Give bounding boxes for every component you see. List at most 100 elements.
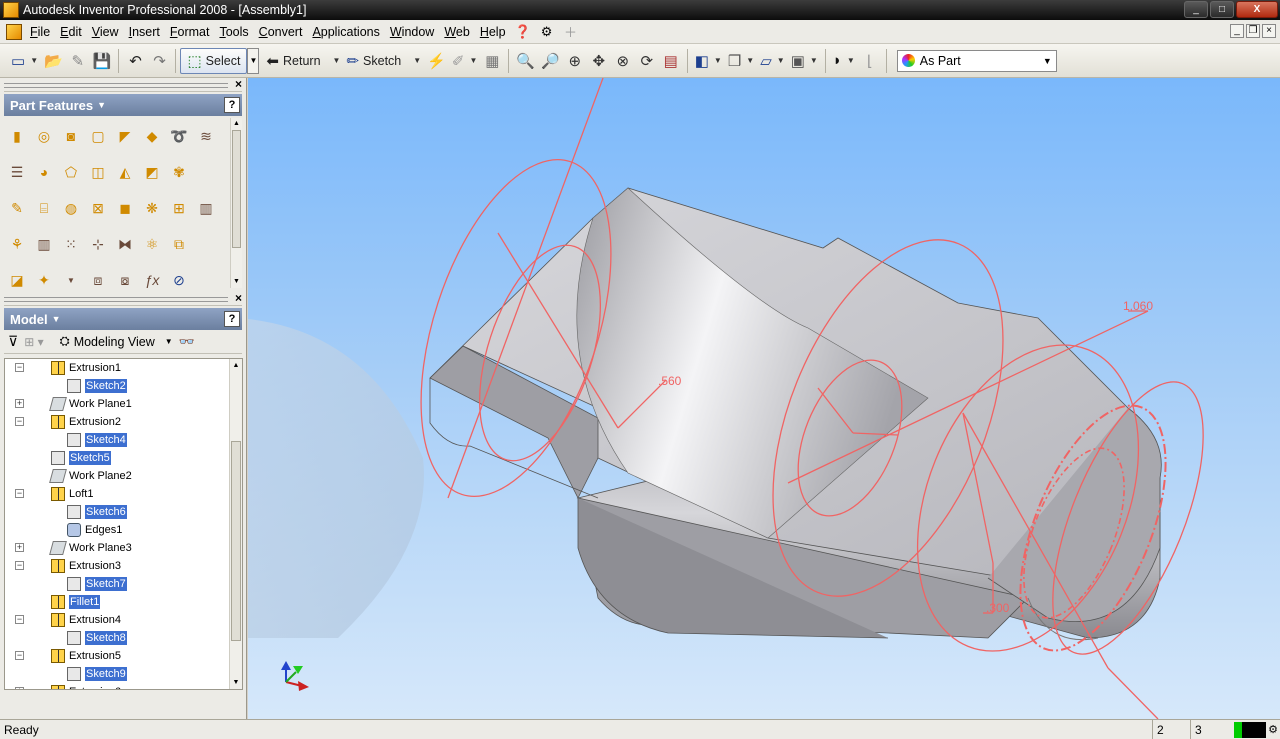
combine-icon[interactable]: ◍	[60, 197, 82, 219]
tree-item-work-plane1[interactable]: + Work Plane1	[5, 395, 242, 413]
tree-item-sketch7[interactable]: Sketch7	[5, 575, 242, 593]
select-button[interactable]: ⬚ Select	[180, 47, 248, 74]
add-icon[interactable]: ＋	[562, 23, 580, 41]
extrude-icon[interactable]: ▮	[6, 125, 28, 147]
replace-face-icon[interactable]: ❋	[141, 197, 163, 219]
doc-close-button[interactable]: ×	[1262, 24, 1276, 38]
work-point-icon[interactable]: ✦	[33, 269, 55, 291]
collapse-icon[interactable]: −	[15, 561, 24, 570]
menu-insert[interactable]: Insert	[124, 20, 165, 44]
rectangular-pattern-icon[interactable]: ▥	[33, 233, 55, 255]
save-button[interactable]: 💾	[90, 48, 115, 74]
scroll-down-icon[interactable]: ▼	[231, 276, 242, 288]
inventor-app-icon[interactable]	[3, 2, 19, 18]
expand-icon[interactable]: +	[15, 687, 24, 689]
tree-item-work-plane2[interactable]: Work Plane2	[5, 467, 242, 485]
close-model-panel-icon[interactable]: ×	[235, 291, 242, 305]
move-face-icon[interactable]: ◩	[141, 161, 163, 183]
zoom-all-button[interactable]: 🔍	[513, 48, 538, 74]
parameters-fx-icon[interactable]: ƒx	[141, 269, 163, 291]
no-icon[interactable]: ⊘	[168, 269, 190, 291]
pan-button[interactable]: ✥	[587, 48, 611, 74]
tree-item-extrusion4[interactable]: − Extrusion4	[5, 611, 242, 629]
sketch-pattern-icon[interactable]: ⊹	[87, 233, 109, 255]
panel-grip[interactable]: ×	[4, 77, 242, 92]
thread-icon[interactable]: ☰	[6, 161, 28, 183]
rib-icon[interactable]: ◤	[114, 125, 136, 147]
sweep-icon[interactable]: ➰	[168, 125, 190, 147]
dimension-300[interactable]: .300	[986, 601, 1010, 615]
open-button[interactable]: 📂	[41, 48, 66, 74]
menu-applications[interactable]: Applications	[307, 20, 384, 44]
collapse-icon[interactable]: −	[15, 615, 24, 624]
part-body[interactable]	[429, 187, 1162, 641]
collapse-icon[interactable]: −	[15, 417, 24, 426]
copy-object-icon[interactable]: ⊞	[168, 197, 190, 219]
tree-item-extrusion5[interactable]: − Extrusion5	[5, 647, 242, 665]
web-update-icon[interactable]: ⚙	[538, 23, 556, 41]
tree-item-sketch9[interactable]: Sketch9	[5, 665, 242, 683]
tree-item-sketch8[interactable]: Sketch8	[5, 629, 242, 647]
tree-item-sketch4[interactable]: Sketch4	[5, 431, 242, 449]
tree-scroll-thumb[interactable]	[231, 441, 241, 641]
menu-help[interactable]: Help	[475, 20, 511, 44]
decal-icon[interactable]: ✎	[6, 197, 28, 219]
coil-icon[interactable]: ≋	[195, 125, 217, 147]
derived-component-icon[interactable]: ⌸	[33, 197, 55, 219]
tree-item-sketch5[interactable]: Sketch5	[5, 449, 242, 467]
part-features-header[interactable]: Part Features ▼ ?	[4, 94, 242, 116]
shell-icon[interactable]: ▢	[87, 125, 109, 147]
tree-scrollbar[interactable]: ▲ ▼	[229, 359, 242, 689]
maximize-button[interactable]: □	[1210, 1, 1234, 18]
work-feature-icon[interactable]: ⧉	[168, 233, 190, 255]
work-feature-dropdown-icon[interactable]: ▼	[60, 269, 82, 291]
expand-icon[interactable]: +	[15, 543, 24, 552]
tree-item-sketch2[interactable]: Sketch2	[5, 377, 242, 395]
expand-icon[interactable]: +	[15, 399, 24, 408]
update-button[interactable]: ⚡	[424, 48, 449, 74]
model-help-icon[interactable]: ?	[224, 311, 240, 327]
view-mode-select[interactable]: ⛭ Modeling View ▼	[60, 334, 173, 349]
camera-button[interactable]: ▣ ▼	[788, 48, 821, 74]
new-button[interactable]: ▭ ▼	[8, 48, 41, 74]
fillet-icon[interactable]: ◕	[33, 161, 55, 183]
tree-item-work-plane3[interactable]: + Work Plane3	[5, 539, 242, 557]
tree-options-icon[interactable]: ⊞ ▾	[24, 335, 43, 349]
model-header[interactable]: Model ▼ ?	[4, 308, 242, 330]
help-icon[interactable]: ?	[224, 97, 240, 113]
menu-format[interactable]: Format	[165, 20, 215, 44]
delete-face-icon[interactable]: ⊠	[87, 197, 109, 219]
projects-button[interactable]: ✎	[66, 48, 90, 74]
analysis-button[interactable]: ◗ ▼	[830, 48, 858, 74]
mirror-icon[interactable]: ⧓	[114, 233, 136, 255]
features-scrollbar[interactable]: ▲ ▼	[230, 118, 242, 288]
parameters-button[interactable]: ▦	[480, 48, 504, 74]
tree-scroll-down-icon[interactable]: ▼	[230, 676, 242, 689]
split-icon[interactable]: ◭	[114, 161, 136, 183]
menu-file[interactable]: File	[25, 20, 55, 44]
document-icon[interactable]	[6, 23, 22, 40]
close-panel-icon[interactable]: ×	[235, 77, 242, 91]
look-at-button[interactable]: ▤	[659, 48, 683, 74]
edit-sketch-button[interactable]: ✐ ▼	[449, 48, 481, 74]
collapse-icon[interactable]: −	[15, 489, 24, 498]
menu-tools[interactable]: Tools	[214, 20, 253, 44]
minimize-button[interactable]: _	[1184, 1, 1208, 18]
undo-button[interactable]: ↶	[123, 48, 147, 74]
zoom-button[interactable]: ⊕	[563, 48, 587, 74]
return-button[interactable]: ⬅ Return ▼	[263, 48, 343, 74]
zoom-selected-button[interactable]: ⊗	[611, 48, 635, 74]
tree-item-extrusion6[interactable]: + Extrusion6	[5, 683, 242, 689]
shared-sketch-icon[interactable]: ⧇	[114, 269, 136, 291]
redo-button[interactable]: ↷	[147, 48, 171, 74]
promote-icon[interactable]: ⚛	[141, 233, 163, 255]
zoom-window-button[interactable]: 🔎	[538, 48, 563, 74]
tree-item-sketch6[interactable]: Sketch6	[5, 503, 242, 521]
sculpt-icon[interactable]: ⚘	[6, 233, 28, 255]
close-button[interactable]: X	[1236, 1, 1278, 18]
ground-plane-button[interactable]: ⌊	[858, 48, 882, 74]
section-view-button[interactable]: ▱ ▼	[757, 48, 787, 74]
emboss-icon[interactable]: ✾	[168, 161, 190, 183]
doc-restore-button[interactable]: ❐	[1246, 24, 1260, 38]
tree-item-loft1[interactable]: − Loft1	[5, 485, 242, 503]
